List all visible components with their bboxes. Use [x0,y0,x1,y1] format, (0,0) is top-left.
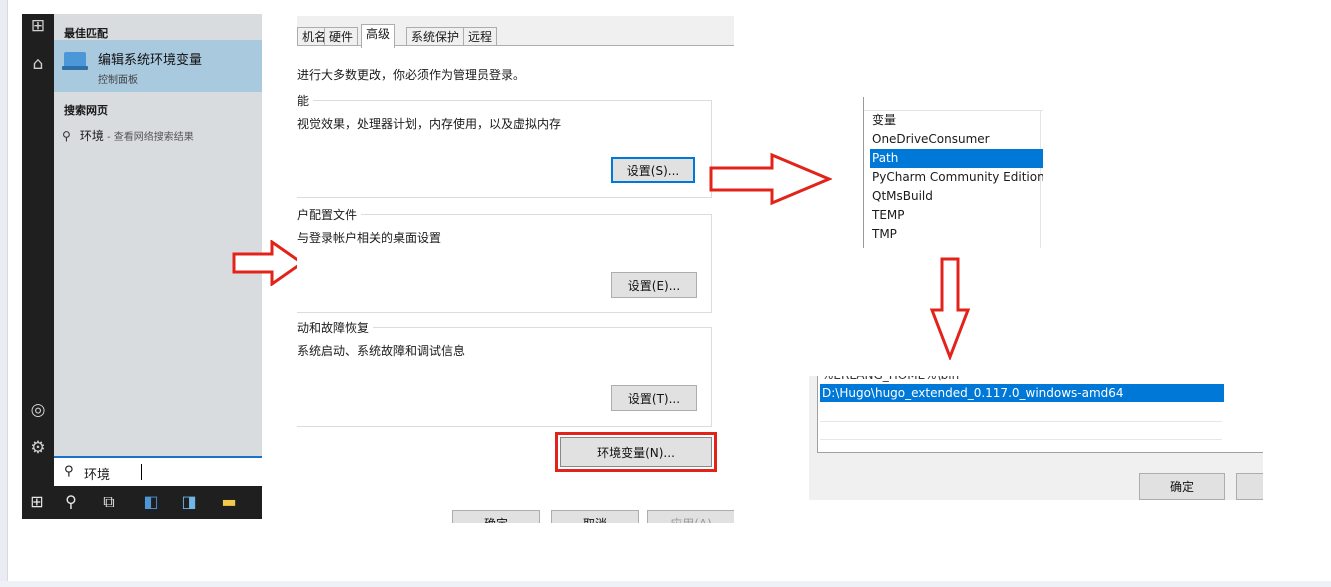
variable-row[interactable]: TEMP [870,206,1043,225]
cancel-button[interactable]: 取消 [551,510,639,523]
start-rail: ⊞ ⌂ ◎ ⚙ [22,14,54,458]
variable-row[interactable]: PyCharm Community Edition [870,168,1043,187]
admin-note: 进行大多数更改，你必须作为管理员登录。 [297,68,526,82]
performance-group-label: 能 [297,92,314,109]
account-icon[interactable]: ◎ [22,400,54,420]
path-entry[interactable]: %ERLANG_HOME%\bin [820,376,1224,384]
taskbar: ⊞ ⚲ ⧉ ◧ ◨ ▬ [22,486,262,519]
best-match-item[interactable]: 编辑系统环境变量 控制面板 [54,40,262,92]
performance-group: 能 视觉效果，处理器计划，内存使用，以及虚拟内存 设置(S)... [297,92,712,198]
search-icon[interactable]: ⚲ [60,492,82,512]
dialog-footer: 确定 取消 应用(A) [297,510,734,523]
start-search-input[interactable]: 环境 [84,464,110,483]
terminal-icon[interactable]: ◨ [178,492,200,512]
control-panel-icon [62,52,88,70]
startup-recovery-group-desc: 系统启动、系统故障和调试信息 [297,344,466,358]
variable-row-path[interactable]: Path [870,149,1043,168]
startup-recovery-group-label: 动和故障恢复 [297,319,374,336]
left-edge [0,0,8,587]
task-view-icon[interactable]: ⧉ [98,492,120,512]
column-header-variable[interactable]: 变量 [870,111,1043,130]
tab-system-protection[interactable]: 系统保护 [406,27,465,47]
web-search-result[interactable]: ⚲ 环境 - 查看网络搜索结果 [62,127,258,145]
path-ok-button[interactable]: 确定 [1139,473,1225,500]
start-menu-search: ⊞ ⌂ ◎ ⚙ 最佳匹配 编辑系统环境变量 控制面板 搜索网页 ⚲ 环境 - 查… [22,14,262,519]
environment-variables-button[interactable]: 环境变量(N)... [560,437,712,467]
user-profiles-settings-button[interactable]: 设置(E)... [611,272,697,298]
start-rail-lower [22,456,54,486]
best-match-subtitle: 控制面板 [98,75,138,86]
performance-settings-button[interactable]: 设置(S)... [611,157,695,183]
tab-remote[interactable]: 远程 [463,27,498,47]
variable-row[interactable]: QtMsBuild [870,187,1043,206]
file-explorer-icon[interactable]: ▬ [218,492,240,512]
search-icon: ⚲ [62,129,71,143]
path-entries-list: %ERLANG_HOME%\bin D:\Hugo\hugo_extended_… [817,376,1263,453]
tab-advanced[interactable]: 高级 [361,24,396,48]
text-caret [141,464,142,480]
path-cancel-button[interactable] [1236,473,1263,500]
startup-recovery-settings-button[interactable]: 设置(T)... [611,385,697,411]
performance-group-desc: 视觉效果，处理器计划，内存使用，以及虚拟内存 [297,117,562,131]
ok-button[interactable]: 确定 [452,510,540,523]
arrow-down-icon [930,257,970,360]
row-divider [820,421,1222,422]
app-icon[interactable]: ◧ [140,492,162,512]
document-icon[interactable]: ⌂ [22,54,54,74]
web-search-header: 搜索网页 [64,104,108,117]
web-search-term: 环境 [79,129,104,143]
search-icon: ⚲ [64,464,74,479]
path-entry-selected[interactable]: D:\Hugo\hugo_extended_0.117.0_windows-am… [820,384,1224,402]
user-profiles-group-desc: 与登录帐户相关的桌面设置 [297,231,442,245]
settings-icon[interactable]: ⚙ [22,438,54,458]
best-match-header: 最佳匹配 [64,27,108,40]
web-search-suffix: - 查看网络搜索结果 [103,132,194,143]
system-variables-list: 变量 OneDriveConsumer Path PyCharm Communi… [863,97,1043,248]
system-properties-dialog: 机名 硬件 高级 系统保护 远程 进行大多数更改，你必须作为管理员登录。 能 视… [297,16,734,523]
search-results: 最佳匹配 编辑系统环境变量 控制面板 搜索网页 ⚲ 环境 - 查看网络搜索结果 [54,14,262,456]
arrow-right-icon [709,152,832,206]
bottom-edge [0,581,1331,587]
user-profiles-group: 户配置文件 与登录帐户相关的桌面设置 设置(E)... [297,206,712,313]
arrow-right-icon [232,240,304,286]
start-search-box[interactable]: ⚲ 环境 [54,456,262,486]
variable-row[interactable]: OneDriveConsumer [870,130,1043,149]
apply-button[interactable]: 应用(A) [647,510,734,523]
startup-recovery-group: 动和故障恢复 系统启动、系统故障和调试信息 设置(T)... [297,319,712,427]
apps-icon[interactable]: ⊞ [22,16,54,36]
windows-icon[interactable]: ⊞ [26,492,48,512]
row-divider [820,439,1222,440]
tab-strip: 机名 硬件 高级 系统保护 远程 [297,24,734,48]
tab-hardware[interactable]: 硬件 [324,27,359,47]
user-profiles-group-label: 户配置文件 [297,206,362,223]
edit-path-dialog: %ERLANG_HOME%\bin D:\Hugo\hugo_extended_… [809,376,1263,500]
variable-row[interactable]: TMP [870,225,1043,244]
best-match-title: 编辑系统环境变量 [98,53,203,68]
